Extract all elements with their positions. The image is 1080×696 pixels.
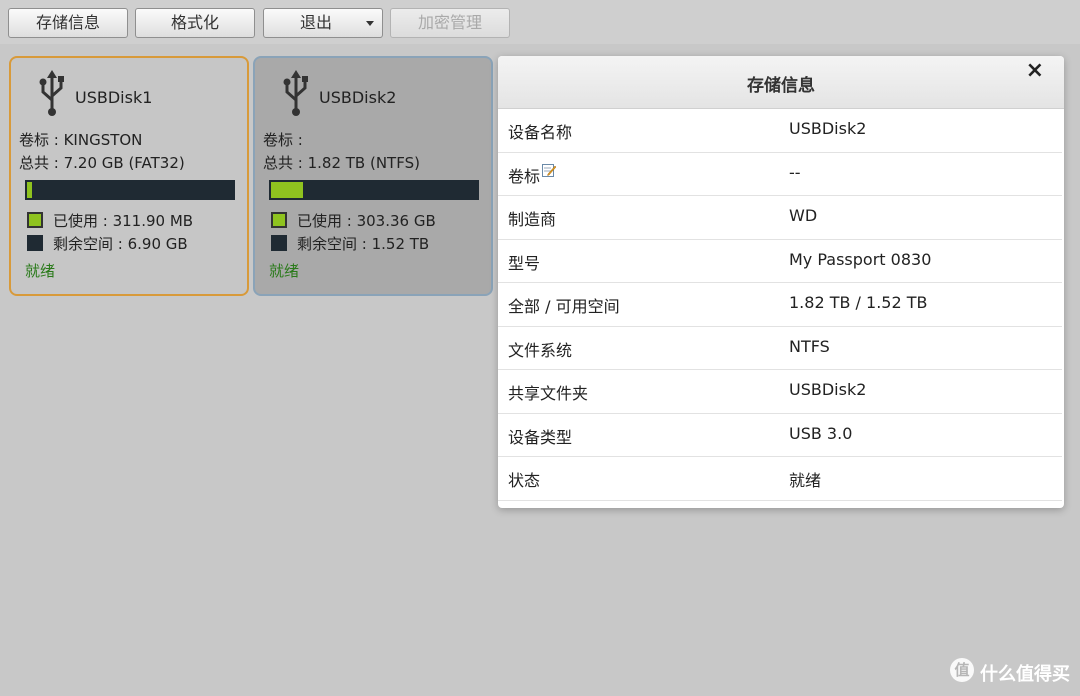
usb-icon (39, 70, 64, 116)
row-value: NTFS (789, 336, 830, 356)
dialog-header: 存储信息 × (498, 56, 1064, 109)
table-row: 文件系统 NTFS (498, 327, 1062, 370)
row-label: 全部 / 可用空间 (508, 297, 620, 316)
usage-bar-fill (269, 180, 305, 200)
table-row: 状态 就绪 (498, 457, 1062, 501)
encryption-manage-button[interactable]: 加密管理 (390, 8, 510, 38)
toolbar: 存储信息 格式化 退出 加密管理 (0, 0, 1080, 44)
usb-icon (283, 70, 308, 116)
row-label: 型号 (508, 253, 541, 273)
disk-name: USBDisk2 (319, 88, 397, 107)
status-badge: 就绪 (25, 262, 56, 280)
dialog-title: 存储信息 (747, 76, 815, 96)
close-icon[interactable]: × (1026, 60, 1044, 82)
table-row: 制造商 WD (498, 196, 1062, 240)
row-value: USB 3.0 (789, 423, 853, 443)
disk-volume-label: 卷标 : KINGSTON (19, 131, 143, 149)
row-value: USBDisk2 (789, 380, 867, 399)
used-legend-label: 已使用 : 303.36 GB (297, 212, 436, 230)
disk-total: 总共 : 1.82 TB (NTFS) (263, 154, 420, 172)
format-button[interactable]: 格式化 (135, 8, 255, 38)
row-value: My Passport 0830 (789, 249, 932, 269)
disk-name: USBDisk1 (75, 88, 153, 107)
row-label: 制造商 (508, 210, 557, 229)
used-legend-swatch (27, 212, 43, 228)
disk-total: 总共 : 7.20 GB (FAT32) (19, 154, 185, 172)
chevron-down-icon[interactable] (366, 21, 374, 26)
usage-bar-fill (25, 180, 35, 200)
free-legend-label: 剩余空间 : 6.90 GB (53, 235, 188, 253)
row-label: 卷标 (508, 166, 541, 186)
row-label-volume: 卷标 (508, 163, 557, 187)
table-row: 设备名称 USBDisk2 (498, 109, 1062, 153)
table-row: 全部 / 可用空间 1.82 TB / 1.52 TB (498, 283, 1062, 327)
row-label: 设备名称 (508, 123, 573, 142)
row-label: 设备类型 (508, 427, 573, 447)
row-value: -- (789, 162, 801, 182)
row-value: 1.82 TB / 1.52 TB (789, 293, 928, 312)
storage-info-button[interactable]: 存储信息 (8, 8, 128, 38)
usage-bar (269, 180, 479, 200)
disk-card-usbdisk2[interactable]: USBDisk2 卷标 : 总共 : 1.82 TB (NTFS) 已使用 : … (253, 56, 493, 296)
storage-info-dialog: 存储信息 × 设备名称 USBDisk2 卷标 -- 制造商 WD 型号 My … (498, 56, 1064, 508)
watermark: 值 什么值得买 (950, 658, 1070, 686)
free-legend-swatch (27, 235, 43, 251)
free-legend-label: 剩余空间 : 1.52 TB (297, 235, 430, 253)
used-legend-label: 已使用 : 311.90 MB (53, 212, 194, 230)
watermark-text: 什么值得买 (980, 664, 1070, 685)
row-label: 状态 (508, 471, 541, 490)
table-row: 卷标 -- (498, 153, 1062, 196)
eject-button-label: 退出 (299, 13, 332, 32)
watermark-logo-icon: 值 (950, 658, 974, 682)
usage-bar (25, 180, 235, 200)
table-row: 型号 My Passport 0830 (498, 240, 1062, 283)
disk-card-usbdisk1[interactable]: USBDisk1 卷标 : KINGSTON 总共 : 7.20 GB (FAT… (9, 56, 249, 296)
table-row: 共享文件夹 USBDisk2 (498, 370, 1062, 414)
used-legend-swatch (271, 212, 287, 228)
free-legend-swatch (271, 235, 287, 251)
disk-volume-label: 卷标 : (263, 131, 303, 149)
edit-icon[interactable] (542, 163, 557, 177)
table-row: 设备类型 USB 3.0 (498, 414, 1062, 457)
row-label: 文件系统 (508, 340, 573, 360)
row-value: USBDisk2 (789, 119, 867, 138)
row-label: 共享文件夹 (508, 384, 589, 403)
info-table: 设备名称 USBDisk2 卷标 -- 制造商 WD 型号 My Passpor… (498, 109, 1064, 501)
status-badge: 就绪 (269, 262, 300, 280)
eject-button[interactable]: 退出 (263, 8, 383, 38)
row-value: 就绪 (789, 471, 822, 490)
row-value: WD (789, 206, 818, 225)
